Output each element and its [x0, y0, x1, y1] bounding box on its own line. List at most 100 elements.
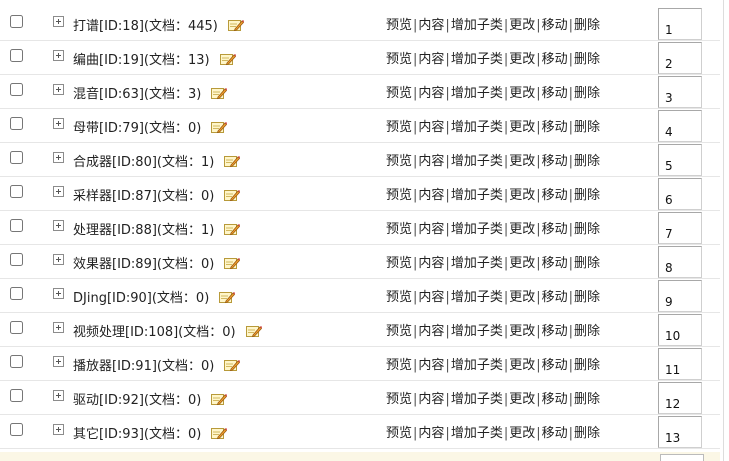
preview-link[interactable]: 预览	[386, 18, 412, 33]
preview-link[interactable]: 预览	[386, 188, 412, 203]
preview-link[interactable]: 预览	[386, 256, 412, 271]
preview-link[interactable]: 预览	[386, 392, 412, 407]
move-link[interactable]: 移动	[542, 358, 568, 373]
sort-order-input[interactable]	[658, 314, 702, 346]
edit-link[interactable]: 更改	[509, 426, 535, 441]
sort-order-input[interactable]	[658, 144, 702, 176]
move-link[interactable]: 移动	[542, 222, 568, 237]
expand-plus-icon[interactable]	[53, 424, 64, 435]
edit-pencil-icon[interactable]	[211, 392, 228, 406]
row-checkbox[interactable]	[10, 219, 23, 232]
delete-link[interactable]: 删除	[574, 52, 600, 67]
delete-link[interactable]: 删除	[574, 324, 600, 339]
add-child-link[interactable]: 增加子类	[451, 120, 503, 135]
sort-order-input[interactable]	[658, 8, 702, 40]
delete-link[interactable]: 删除	[574, 290, 600, 305]
row-checkbox[interactable]	[10, 151, 23, 164]
preview-link[interactable]: 预览	[386, 358, 412, 373]
row-checkbox[interactable]	[10, 321, 23, 334]
sort-order-input[interactable]	[658, 416, 702, 448]
edit-link[interactable]: 更改	[509, 392, 535, 407]
row-checkbox[interactable]	[10, 185, 23, 198]
preview-link[interactable]: 预览	[386, 426, 412, 441]
content-link[interactable]: 内容	[418, 392, 444, 407]
preview-link[interactable]: 预览	[386, 324, 412, 339]
row-checkbox[interactable]	[10, 355, 23, 368]
row-checkbox[interactable]	[10, 389, 23, 402]
delete-link[interactable]: 删除	[574, 358, 600, 373]
delete-link[interactable]: 删除	[574, 222, 600, 237]
expand-plus-icon[interactable]	[53, 50, 64, 61]
delete-link[interactable]: 删除	[574, 86, 600, 101]
edit-link[interactable]: 更改	[509, 188, 535, 203]
sort-order-input[interactable]	[658, 110, 702, 142]
edit-link[interactable]: 更改	[509, 324, 535, 339]
add-child-link[interactable]: 增加子类	[451, 256, 503, 271]
edit-pencil-icon[interactable]	[227, 18, 244, 32]
move-link[interactable]: 移动	[542, 426, 568, 441]
edit-pencil-icon[interactable]	[245, 324, 262, 338]
preview-link[interactable]: 预览	[386, 222, 412, 237]
preview-link[interactable]: 预览	[386, 86, 412, 101]
content-link[interactable]: 内容	[418, 86, 444, 101]
expand-plus-icon[interactable]	[53, 84, 64, 95]
expand-plus-icon[interactable]	[53, 16, 64, 27]
add-child-link[interactable]: 增加子类	[451, 392, 503, 407]
edit-pencil-icon[interactable]	[224, 154, 241, 168]
expand-plus-icon[interactable]	[53, 220, 64, 231]
edit-pencil-icon[interactable]	[211, 86, 228, 100]
edit-link[interactable]: 更改	[509, 18, 535, 33]
move-link[interactable]: 移动	[542, 392, 568, 407]
expand-plus-icon[interactable]	[53, 254, 64, 265]
content-link[interactable]: 内容	[418, 18, 444, 33]
sort-order-input[interactable]	[658, 382, 702, 414]
row-checkbox[interactable]	[10, 423, 23, 436]
sort-order-input[interactable]	[658, 348, 702, 380]
content-link[interactable]: 内容	[418, 222, 444, 237]
content-link[interactable]: 内容	[418, 358, 444, 373]
add-child-link[interactable]: 增加子类	[451, 290, 503, 305]
content-link[interactable]: 内容	[418, 154, 444, 169]
edit-pencil-icon[interactable]	[219, 290, 236, 304]
move-link[interactable]: 移动	[542, 120, 568, 135]
add-child-link[interactable]: 增加子类	[451, 52, 503, 67]
delete-link[interactable]: 删除	[574, 188, 600, 203]
add-child-link[interactable]: 增加子类	[451, 358, 503, 373]
expand-plus-icon[interactable]	[53, 186, 64, 197]
add-child-link[interactable]: 增加子类	[451, 188, 503, 203]
preview-link[interactable]: 预览	[386, 120, 412, 135]
edit-pencil-icon[interactable]	[211, 120, 228, 134]
sort-order-input[interactable]	[658, 42, 702, 74]
expand-plus-icon[interactable]	[53, 390, 64, 401]
edit-link[interactable]: 更改	[509, 86, 535, 101]
edit-link[interactable]: 更改	[509, 120, 535, 135]
row-checkbox[interactable]	[10, 49, 23, 62]
edit-link[interactable]: 更改	[509, 358, 535, 373]
add-child-link[interactable]: 增加子类	[451, 18, 503, 33]
edit-pencil-icon[interactable]	[224, 358, 241, 372]
delete-link[interactable]: 删除	[574, 154, 600, 169]
content-link[interactable]: 内容	[418, 290, 444, 305]
row-checkbox[interactable]	[10, 287, 23, 300]
preview-link[interactable]: 预览	[386, 52, 412, 67]
sort-order-input[interactable]	[658, 76, 702, 108]
edit-link[interactable]: 更改	[509, 256, 535, 271]
delete-link[interactable]: 删除	[574, 120, 600, 135]
delete-link[interactable]: 删除	[574, 18, 600, 33]
sort-order-input[interactable]	[658, 178, 702, 210]
preview-link[interactable]: 预览	[386, 290, 412, 305]
edit-pencil-icon[interactable]	[219, 52, 236, 66]
content-link[interactable]: 内容	[418, 324, 444, 339]
row-checkbox[interactable]	[10, 15, 23, 28]
add-child-link[interactable]: 增加子类	[451, 426, 503, 441]
edit-pencil-icon[interactable]	[224, 222, 241, 236]
expand-plus-icon[interactable]	[53, 118, 64, 129]
sort-order-input[interactable]	[658, 280, 702, 312]
row-checkbox[interactable]	[10, 83, 23, 96]
delete-link[interactable]: 删除	[574, 392, 600, 407]
edit-link[interactable]: 更改	[509, 290, 535, 305]
move-link[interactable]: 移动	[542, 18, 568, 33]
edit-pencil-icon[interactable]	[211, 426, 228, 440]
move-link[interactable]: 移动	[542, 188, 568, 203]
sort-order-input[interactable]	[658, 212, 702, 244]
